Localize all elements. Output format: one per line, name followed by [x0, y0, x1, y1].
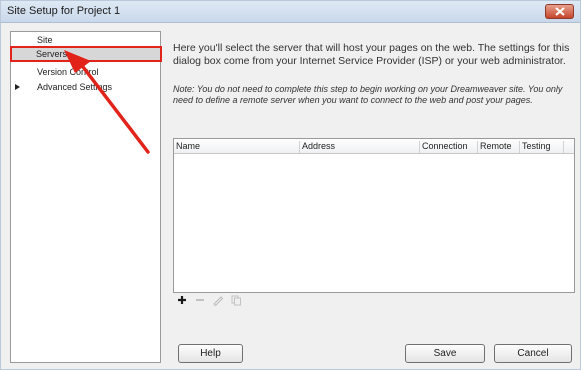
title-bar: Site Setup for Project 1: [1, 1, 580, 23]
close-button[interactable]: [545, 4, 574, 19]
sidebar-item-version-control[interactable]: Version Control: [11, 64, 160, 80]
sidebar-item-label: Version Control: [37, 67, 99, 77]
sidebar-item-advanced-settings[interactable]: Advanced Settings: [11, 79, 160, 95]
table-header: Name Address Connection Remote Testing: [174, 139, 574, 154]
server-table[interactable]: Name Address Connection Remote Testing: [173, 138, 575, 293]
category-sidebar: Site Servers Version Control Advanced Se…: [10, 31, 162, 363]
site-setup-dialog: Site Setup for Project 1 Site Servers Ve…: [0, 0, 581, 370]
duplicate-icon: [231, 295, 241, 306]
save-button[interactable]: Save: [405, 344, 485, 363]
cancel-button[interactable]: Cancel: [494, 344, 572, 363]
server-list-toolbar: [173, 293, 575, 307]
duplicate-server-button[interactable]: [229, 293, 243, 307]
column-header-connection[interactable]: Connection: [420, 141, 478, 153]
sidebar-item-servers[interactable]: Servers: [10, 46, 162, 62]
close-icon: [555, 7, 565, 16]
help-button[interactable]: Help: [178, 344, 243, 363]
sidebar-item-label: Site: [37, 35, 53, 45]
sidebar-item-label: Advanced Settings: [37, 82, 113, 92]
sidebar-item-label: Servers: [36, 49, 68, 59]
window-title: Site Setup for Project 1: [7, 5, 121, 17]
column-header-remote[interactable]: Remote: [478, 141, 520, 153]
edit-icon: [213, 296, 224, 307]
edit-server-button[interactable]: [211, 293, 225, 307]
column-header-testing[interactable]: Testing: [520, 141, 564, 153]
intro-text: Here you'll select the server that will …: [173, 42, 570, 67]
column-header-address[interactable]: Address: [300, 141, 420, 153]
add-server-button[interactable]: [175, 293, 189, 307]
add-icon: [178, 296, 186, 304]
note-text: Note: You do not need to complete this s…: [173, 84, 563, 105]
column-header-name[interactable]: Name: [174, 141, 300, 153]
remove-icon: [196, 299, 204, 301]
expand-arrow-icon[interactable]: [15, 84, 20, 90]
remove-server-button[interactable]: [193, 293, 207, 307]
